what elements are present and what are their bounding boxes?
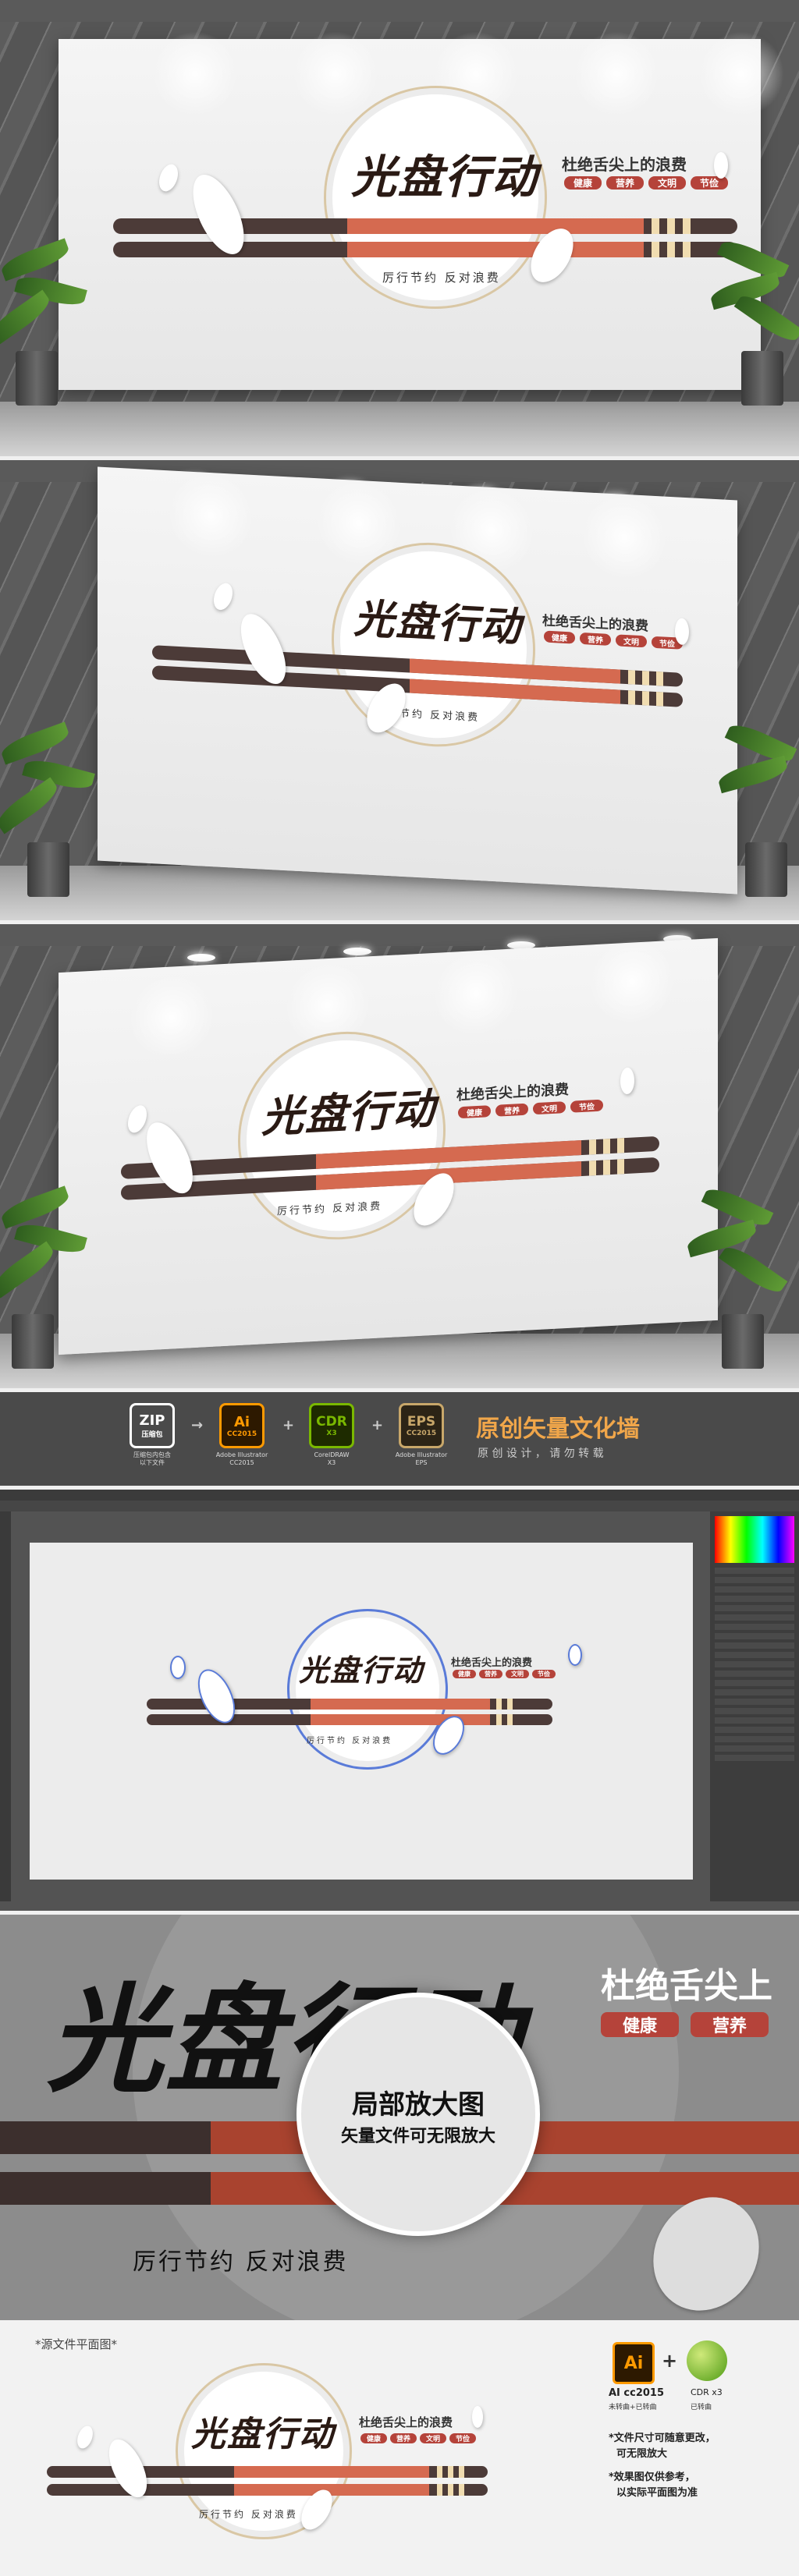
rice-grain [675,618,689,646]
zip-format: ZIP 压缩包 压缩包内包含 以下文件 [117,1403,187,1467]
potted-plant-left [0,718,109,897]
file-note-3: *效果图仅供参考， [609,2471,695,2483]
format-headline: 原创矢量文化墙 [476,1416,640,1443]
zoom-detail: 光盘行动 杜绝舌尖上 健康 营养 厉行节约 反对浪费 局部放大图 矢量文件可无限… [0,1915,799,2320]
chopstick-bottom [113,242,737,257]
tag-civility: 文明 [648,176,686,190]
tag-thrift: 节俭 [532,1670,556,1678]
tag-civility: 文明 [533,1101,566,1115]
rice-grain [568,1644,582,1666]
zoom-lens: 局部放大图 矢量文件可无限放大 [297,1993,540,2236]
menu-bar [0,1490,799,1501]
rice-grain [210,580,236,613]
tag-nutrition: 营养 [580,632,611,646]
potted-plant-left [0,234,94,406]
rice-grain [714,152,728,179]
rice-grain [472,2406,483,2428]
tag-health: 健康 [360,2433,387,2443]
ai-version: AI cc2015 [609,2387,665,2399]
wall-board: 光盘行动 杜绝舌尖上的浪费 健康 营养 文明 节俭 厉行节约 反对浪费 [59,936,718,1355]
eps-format: EPS CC2015 Adobe Illustrator EPS [386,1403,456,1467]
layers-panel[interactable] [710,1511,799,1901]
zoom-caption: 矢量文件可无限放大 [340,2127,495,2146]
format-tagline: 原 创 设 计 ， 请 勿 转 载 [478,1447,604,1460]
chopstick-bottom [147,1714,552,1725]
format-bar: ZIP 压缩包 压缩包内包含 以下文件 → Ai CC2015 Adobe Illu… [0,1392,799,1486]
tag-civility: 文明 [616,634,647,648]
rice-grain [74,2423,96,2451]
tag-health: 健康 [564,176,602,190]
tag-thrift: 节俭 [570,1099,603,1113]
zoom-sign-subtitle: 杜绝舌尖上 [601,1966,772,2006]
wall-board: 光盘行动 杜绝舌尖上的浪费 健康 营养 文明 节俭 厉行节约 反对浪费 [98,466,737,895]
tag-health: 健康 [458,1105,491,1119]
ai-note: 未转曲+已转曲 [609,2404,657,2411]
tag-nutrition: 营养 [606,176,644,190]
file-note-2: 可无限放大 [616,2448,668,2460]
mockup-scene-1: 光盘行动 杜绝舌尖上的浪费 健康 营养 文明 节俭 厉行节约 反对浪费 [0,0,799,456]
rice-grain [620,1067,634,1095]
ai-file-icon: Ai [613,2342,655,2384]
chopstick-bottom [47,2484,488,2496]
tools-panel[interactable] [0,1511,11,1901]
sign-title: 光盘行动 [351,151,539,204]
zoom-tag-health: 健康 [601,2012,679,2037]
potted-plant-left [0,1182,94,1369]
sign-motto: 厉行节约 反对浪费 [382,271,501,285]
cdr-file-icon [687,2340,727,2381]
sign-title: 光盘行动 [299,1653,424,1688]
mockup-scene-2: 光盘行动 杜绝舌尖上的浪费 健康 营养 文明 节俭 厉行节约 反对浪费 [0,460,799,920]
tag-thrift: 节俭 [449,2433,476,2443]
file-note-1: *文件尺寸可随意更改， [609,2432,716,2444]
plate-graphic [287,1609,448,1770]
sign-subtitle: 杜绝舌尖上的浪费 [456,1081,569,1104]
flat-source-view: *源文件平面图* 光盘行动 杜绝舌尖上的浪费 健康 营养 文明 节俭 厉行节约 … [0,2320,799,2576]
cdr-note: 已转曲 [691,2404,712,2411]
sign-title: 光盘行动 [191,2415,335,2454]
ai-format: Ai CC2015 Adobe Illustrator CC2015 [207,1403,277,1467]
flat-label: *源文件平面图* [35,2337,118,2351]
tag-nutrition: 营养 [495,1103,528,1117]
illustrator-screenshot: 光盘行动 杜绝舌尖上的浪费 健康 营养 文明 节俭 厉行节约 反对浪费 [0,1490,799,1911]
rice-grain [124,1103,151,1136]
tag-civility: 文明 [506,1670,529,1678]
tag-nutrition: 营养 [390,2433,417,2443]
potted-plant-right [708,234,799,406]
potted-plant-right [685,1182,799,1369]
zoom-sign-motto: 厉行节约 反对浪费 [133,2248,349,2276]
mockup-scene-3: 光盘行动 杜绝舌尖上的浪费 健康 营养 文明 节俭 厉行节约 反对浪费 [0,924,799,1388]
rice-grain [170,1656,186,1679]
sign-title: 光盘行动 [353,594,523,652]
sign-title: 光盘行动 [261,1082,436,1143]
cdr-format: CDR X3 CorelDRAW X3 [297,1403,367,1467]
control-bar [0,1501,799,1511]
wall-board: 光盘行动 杜绝舌尖上的浪费 健康 营养 文明 节俭 厉行节约 反对浪费 [59,31,784,390]
sign-subtitle: 杜绝舌尖上的浪费 [451,1657,533,1669]
tag-health: 健康 [453,1670,476,1678]
zoom-title: 局部放大图 [352,2089,485,2121]
plus-sign: + [662,2350,678,2372]
sign-motto: 厉行节约 反对浪费 [307,1737,393,1745]
rice-grain [155,161,182,194]
potted-plant-right [716,718,799,897]
tag-nutrition: 营养 [479,1670,502,1678]
cdr-version: CDR x3 [691,2387,723,2397]
sign-subtitle: 杜绝舌尖上的浪费 [359,2415,453,2429]
zoom-tag-nutrition: 营养 [691,2012,769,2037]
tag-civility: 文明 [420,2433,446,2443]
file-note-4: 以实际平面图为准 [616,2487,698,2499]
tag-health: 健康 [544,630,575,644]
sign-motto: 厉行节约 反对浪费 [199,2509,298,2520]
sign-subtitle: 杜绝舌尖上的浪费 [562,155,687,174]
artboard[interactable]: 光盘行动 杜绝舌尖上的浪费 健康 营养 文明 节俭 厉行节约 反对浪费 [30,1543,693,1880]
